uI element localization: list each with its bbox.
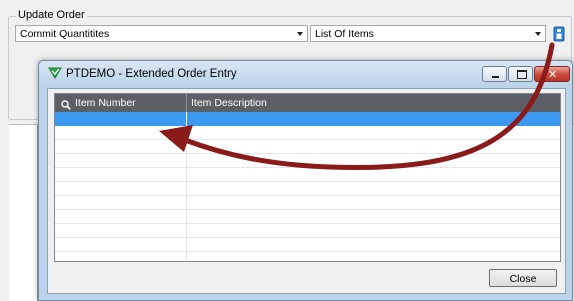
table-row[interactable] [55,210,560,224]
column-header-item-description[interactable]: Item Description [187,94,560,112]
table-row[interactable] [55,140,560,154]
item-number-cell[interactable] [55,224,187,237]
close-icon: ✕ [548,68,558,81]
minimize-icon [492,76,499,78]
item-number-cell[interactable] [55,112,187,126]
list-of-items-value: List Of Items [315,28,374,40]
table-row[interactable] [55,238,560,252]
maximize-icon [517,70,527,79]
chevron-down-icon [535,32,541,36]
extended-order-entry-window: PTDEMO - Extended Order Entry ✕ Item Num… [38,60,573,301]
item-number-cell[interactable] [55,252,187,261]
commit-quantities-dropdown[interactable]: Commit Quantitites [15,25,308,42]
items-grid[interactable]: Item Number Item Description [54,93,561,262]
item-number-cell[interactable] [55,238,187,251]
item-number-cell[interactable] [55,196,187,209]
item-number-cell[interactable] [55,182,187,195]
table-row[interactable] [55,252,560,261]
close-window-button[interactable]: ✕ [534,66,570,82]
chevron-down-icon [297,32,303,36]
table-row[interactable] [55,224,560,238]
search-icon[interactable] [61,98,71,110]
list-of-items-dropdown[interactable]: List Of Items [310,25,546,42]
item-number-cell[interactable] [55,126,187,139]
grid-header: Item Number Item Description [55,94,560,112]
window-client-area: Item Number Item Description Close [47,88,566,294]
item-number-cell[interactable] [55,154,187,167]
item-number-cell[interactable] [55,168,187,181]
commit-quantities-value: Commit Quantitites [20,28,110,40]
item-number-cell[interactable] [55,140,187,153]
column-header-item-number[interactable]: Item Number [55,94,187,112]
table-row[interactable] [55,182,560,196]
table-row[interactable] [55,126,560,140]
minimize-button[interactable] [482,66,507,82]
selected-table-row[interactable] [55,112,560,126]
update-order-group-title: Update Order [16,9,87,21]
maximize-button[interactable] [508,66,533,82]
info-icon[interactable] [553,26,565,42]
table-row[interactable] [55,168,560,182]
table-row[interactable] [55,154,560,168]
column-label-item-number: Item Number [75,97,136,109]
table-row[interactable] [55,196,560,210]
app-checkmark-icon [48,67,62,79]
item-number-cell[interactable] [55,210,187,223]
window-title: PTDEMO - Extended Order Entry [66,68,237,80]
window-titlebar[interactable]: PTDEMO - Extended Order Entry ✕ [39,61,572,87]
close-button[interactable]: Close [489,269,557,287]
